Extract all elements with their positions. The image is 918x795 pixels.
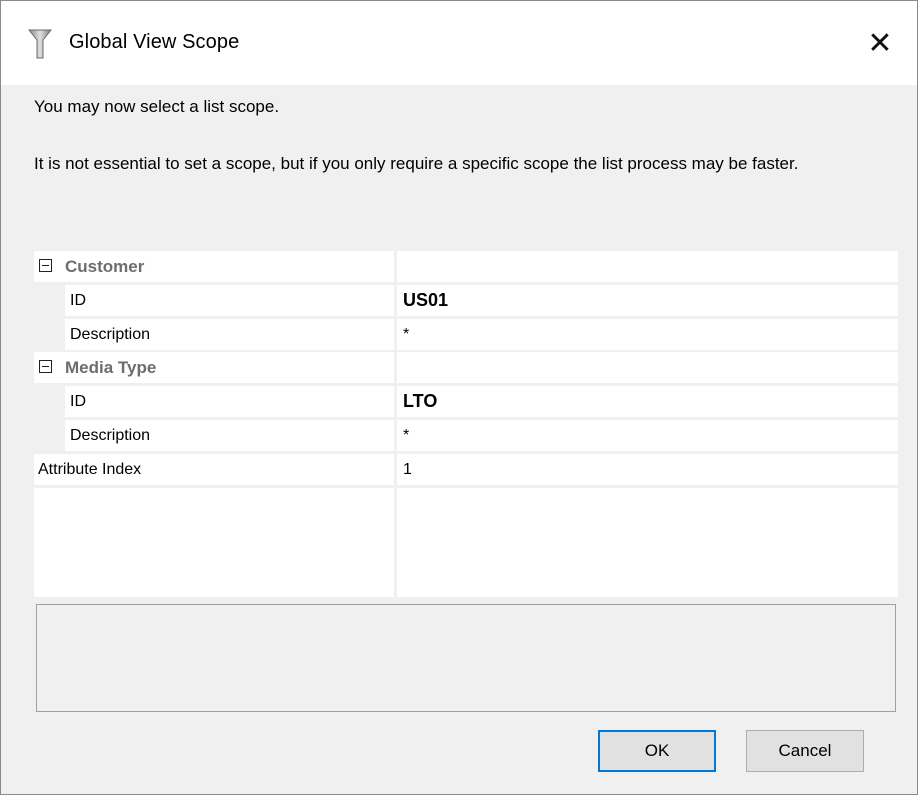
property-label: Description (65, 319, 394, 350)
grid-empty-area (34, 488, 394, 597)
property-label: Description (65, 420, 394, 451)
ok-button[interactable]: OK (598, 730, 716, 772)
description-panel (36, 604, 896, 712)
property-value-customer-id[interactable]: US01 (397, 285, 898, 316)
grid-empty-area (397, 488, 898, 597)
collapse-toggle-icon[interactable] (39, 259, 52, 272)
dialog-window: Global View Scope ✕ You may now select a… (0, 0, 918, 795)
property-row-customer-id[interactable]: ID US01 (34, 285, 898, 316)
property-label: ID (65, 285, 394, 316)
category-label-media-type: Media Type (65, 358, 157, 377)
funnel-icon (27, 29, 53, 59)
property-row-media-type-description[interactable]: Description * (34, 420, 898, 451)
property-value-attribute-index[interactable]: 1 (397, 454, 898, 485)
property-value-media-type-description[interactable]: * (397, 420, 898, 451)
category-label-customer: Customer (65, 257, 145, 276)
property-value-customer-description[interactable]: * (397, 319, 898, 350)
info-text: It is not essential to set a scope, but … (34, 154, 799, 173)
collapse-toggle-icon[interactable] (39, 360, 52, 373)
property-row-attribute-index[interactable]: Attribute Index 1 (34, 454, 898, 485)
title-bar: Global View Scope ✕ (1, 1, 917, 85)
window-title: Global View Scope (69, 31, 240, 53)
property-row-customer-description[interactable]: Description * (34, 319, 898, 350)
property-grid: Customer ID US01 Description * Media Typ… (34, 251, 898, 597)
category-row-media-type: Media Type (34, 352, 898, 383)
property-label: Attribute Index (34, 454, 394, 485)
close-button[interactable]: ✕ (843, 1, 917, 85)
category-row-customer: Customer (34, 251, 898, 282)
instruction-text: You may now select a list scope. (34, 97, 280, 116)
cancel-button[interactable]: Cancel (746, 730, 864, 772)
property-row-media-type-id[interactable]: ID LTO (34, 386, 898, 417)
property-value-media-type-id[interactable]: LTO (397, 386, 898, 417)
property-label: ID (65, 386, 394, 417)
close-icon: ✕ (867, 26, 893, 60)
